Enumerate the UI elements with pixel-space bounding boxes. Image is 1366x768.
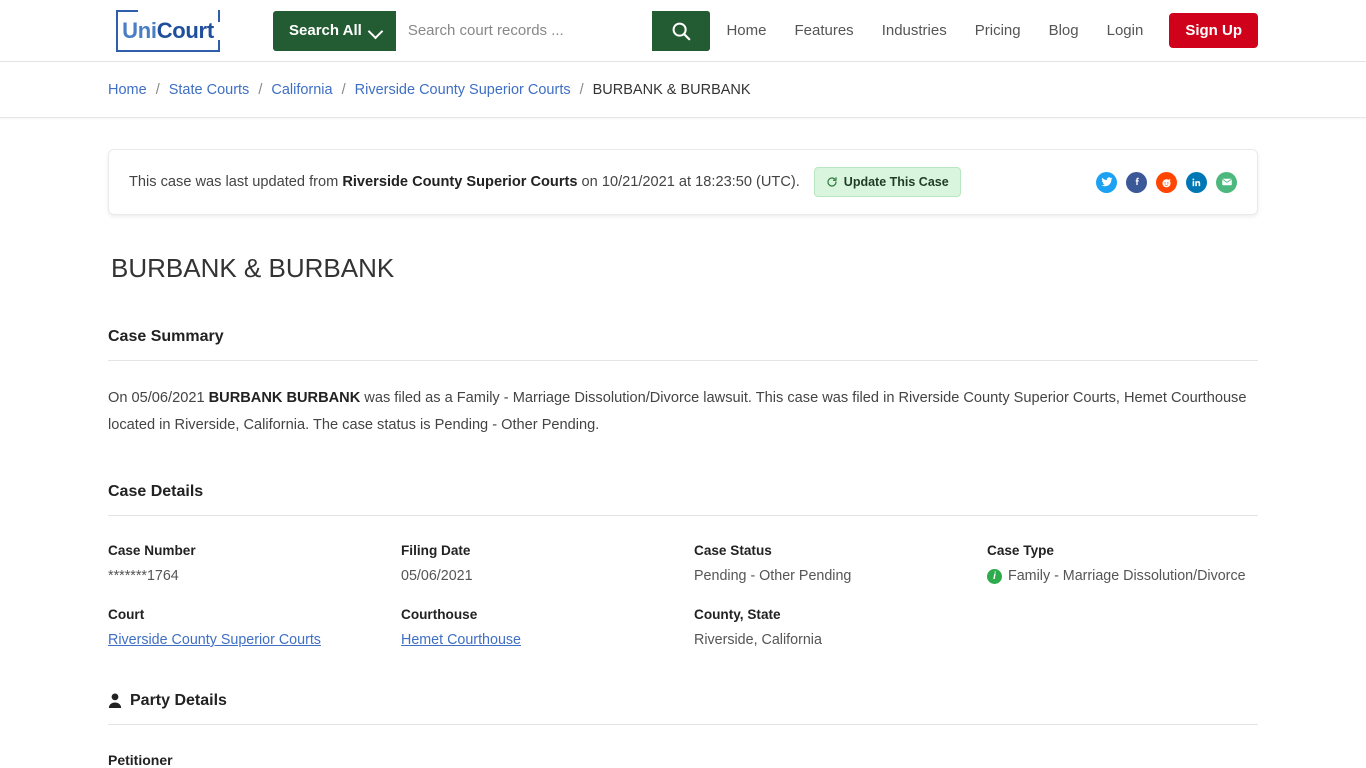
detail-label: Case Type: [987, 543, 1054, 558]
facebook-icon[interactable]: [1126, 171, 1147, 193]
search-input[interactable]: [395, 10, 652, 51]
detail-label: Case Number: [108, 543, 196, 558]
detail-label: Case Status: [694, 543, 772, 558]
detail-value: Riverside, California: [694, 632, 1258, 648]
sign-up-button[interactable]: Sign Up: [1169, 13, 1258, 48]
info-icon[interactable]: i: [987, 568, 1002, 584]
nav-item-home[interactable]: Home: [712, 22, 780, 39]
case-summary-heading: Case Summary: [108, 328, 224, 345]
reddit-icon[interactable]: [1156, 171, 1177, 193]
nav-item-pricing[interactable]: Pricing: [961, 22, 1035, 39]
breadcrumb-separator: /: [579, 81, 584, 98]
detail-label: Court: [108, 607, 145, 622]
breadcrumb-item-home[interactable]: Home: [108, 82, 147, 98]
breadcrumb-separator: /: [155, 81, 160, 98]
summary-party-name: BURBANK BURBANK: [208, 390, 361, 406]
section-divider: [108, 515, 1258, 516]
detail-label: County, State: [694, 607, 781, 622]
detail-value: *******1764: [108, 568, 401, 584]
update-this-case-button[interactable]: Update This Case: [813, 167, 961, 197]
last-updated-text: This case was last updated from Riversid…: [129, 174, 800, 190]
courthouse-link[interactable]: Hemet Courthouse: [401, 632, 521, 648]
last-updated-notice: This case was last updated from Riversid…: [108, 149, 1258, 215]
case-summary-text: On 05/06/2021 BURBANK BURBANK was filed …: [108, 385, 1258, 439]
detail-value: Pending - Other Pending: [694, 568, 987, 584]
party-details-heading: Party Details: [108, 692, 1258, 710]
detail-case-status: Case Status Pending - Other Pending: [694, 543, 987, 584]
detail-label: Courthouse: [401, 607, 478, 622]
search-submit-button[interactable]: [652, 10, 710, 51]
case-details-heading: Case Details: [108, 483, 204, 500]
case-details-grid: Case Number *******1764 Filing Date 05/0…: [108, 543, 1258, 648]
person-icon: [108, 693, 122, 708]
detail-case-number: Case Number *******1764: [108, 543, 401, 584]
breadcrumb-item-riverside-county-superior-courts[interactable]: Riverside County Superior Courts: [355, 82, 571, 98]
logo-text-court: Court: [156, 17, 214, 43]
detail-case-type: Case Type i Family - Marriage Dissolutio…: [987, 543, 1258, 584]
nav-item-login[interactable]: Login: [1093, 22, 1158, 39]
nav-item-industries[interactable]: Industries: [868, 22, 961, 39]
site-header: UniCourt Search All Home Features Indust…: [0, 0, 1366, 62]
detail-value-text: Riverside, California: [694, 632, 822, 648]
main-content: This case was last updated from Riversid…: [0, 149, 1366, 768]
notice-text-after: on 10/21/2021 at 18:23:50 (UTC).: [577, 174, 800, 190]
linkedin-icon[interactable]: [1186, 171, 1207, 193]
nav-item-blog[interactable]: Blog: [1035, 22, 1093, 39]
section-divider: [108, 360, 1258, 361]
party-role-petitioner: Petitioner: [108, 752, 173, 768]
breadcrumb-separator: /: [258, 81, 263, 98]
notice-source-court: Riverside County Superior Courts: [342, 174, 578, 190]
detail-value: 05/06/2021: [401, 568, 694, 584]
detail-value-text: *******1764: [108, 568, 179, 584]
detail-court: Court Riverside County Superior Courts: [108, 607, 401, 648]
search-icon: [672, 22, 691, 40]
notice-text-before: This case was last updated from: [129, 174, 343, 190]
detail-label: Filing Date: [401, 543, 471, 558]
detail-value-text: Family - Marriage Dissolution/Divorce: [1008, 568, 1246, 584]
chevron-down-icon: [370, 25, 382, 37]
breadcrumb-item-state-courts[interactable]: State Courts: [169, 82, 250, 98]
page-title: BURBANK & BURBANK: [111, 253, 395, 283]
party-details-label: Party Details: [130, 692, 227, 709]
email-icon[interactable]: [1216, 171, 1237, 193]
case-details-row: Case Number *******1764 Filing Date 05/0…: [108, 543, 1258, 584]
breadcrumb-item-california[interactable]: California: [271, 82, 332, 98]
logo-text-uni: Uni: [122, 17, 157, 43]
search-scope-label: Search All: [289, 22, 362, 39]
breadcrumb-item-current: BURBANK & BURBANK: [592, 81, 751, 98]
twitter-icon[interactable]: [1096, 171, 1117, 193]
detail-value-text: 05/06/2021: [401, 568, 473, 584]
breadcrumb: Home / State Courts / California / River…: [108, 82, 751, 98]
detail-value: Hemet Courthouse: [401, 632, 694, 648]
detail-value: i Family - Marriage Dissolution/Divorce: [987, 568, 1258, 584]
breadcrumb-bar: Home / State Courts / California / River…: [0, 62, 1366, 118]
detail-value: Riverside County Superior Courts: [108, 632, 401, 648]
court-link[interactable]: Riverside County Superior Courts: [108, 632, 321, 648]
logo-text: UniCourt: [122, 18, 214, 44]
search-scope-dropdown[interactable]: Search All: [273, 11, 396, 51]
social-share-group: [1096, 171, 1237, 193]
search-bar: Search All: [273, 10, 710, 51]
detail-value-text: Pending - Other Pending: [694, 568, 852, 584]
unicourt-logo[interactable]: UniCourt: [108, 8, 228, 54]
summary-part-1: On 05/06/2021: [108, 390, 209, 406]
refresh-icon: [827, 177, 837, 187]
main-nav: Home Features Industries Pricing Blog Lo…: [712, 13, 1258, 48]
detail-courthouse: Courthouse Hemet Courthouse: [401, 607, 694, 648]
detail-county-state: County, State Riverside, California: [694, 607, 1258, 648]
update-this-case-label: Update This Case: [843, 175, 949, 189]
detail-filing-date: Filing Date 05/06/2021: [401, 543, 694, 584]
breadcrumb-separator: /: [341, 81, 346, 98]
section-divider: [108, 724, 1258, 725]
case-details-row: Court Riverside County Superior Courts C…: [108, 607, 1258, 648]
nav-item-features[interactable]: Features: [780, 22, 867, 39]
